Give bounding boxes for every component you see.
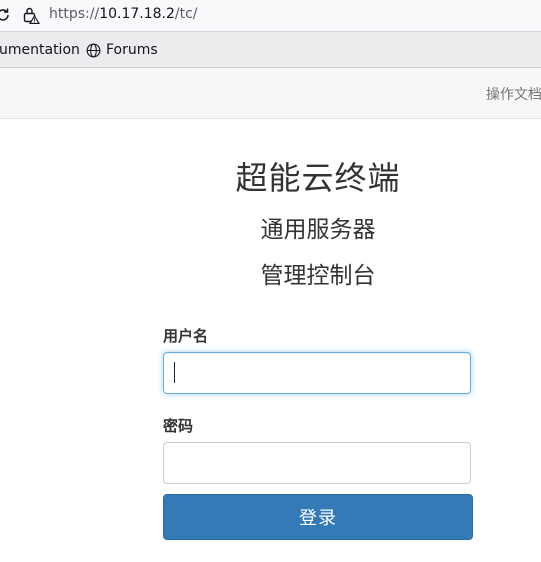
lock-warning-icon[interactable]: [22, 6, 41, 28]
bookmark-documentation[interactable]: umentation: [0, 42, 80, 58]
url-text[interactable]: https://10.17.18.2/tc/: [49, 6, 198, 22]
page-subtitle-console: 管理控制台: [260, 263, 376, 289]
docs-link[interactable]: 操作文档: [486, 84, 541, 104]
text-caret: [174, 362, 175, 383]
browser-url-bar[interactable]: https://10.17.18.2/tc/: [0, 0, 541, 32]
bookmark-forums-label: Forums: [106, 42, 158, 58]
username-input[interactable]: [163, 352, 471, 394]
url-path: /tc/: [174, 6, 198, 22]
site-header: 操作文档: [0, 68, 541, 119]
login-button[interactable]: 登录: [163, 494, 473, 540]
password-label: 密码: [163, 417, 194, 435]
username-label: 用户名: [163, 327, 209, 345]
page-subtitle-server: 通用服务器: [260, 217, 376, 243]
reload-icon[interactable]: [0, 7, 11, 27]
password-input[interactable]: [163, 442, 471, 484]
url-scheme: https://: [49, 6, 100, 22]
globe-icon: [86, 43, 101, 58]
page-title: 超能云终端: [235, 159, 401, 197]
url-host: 10.17.18.2: [99, 6, 175, 22]
bookmarks-toolbar: umentation Forums: [0, 32, 541, 68]
